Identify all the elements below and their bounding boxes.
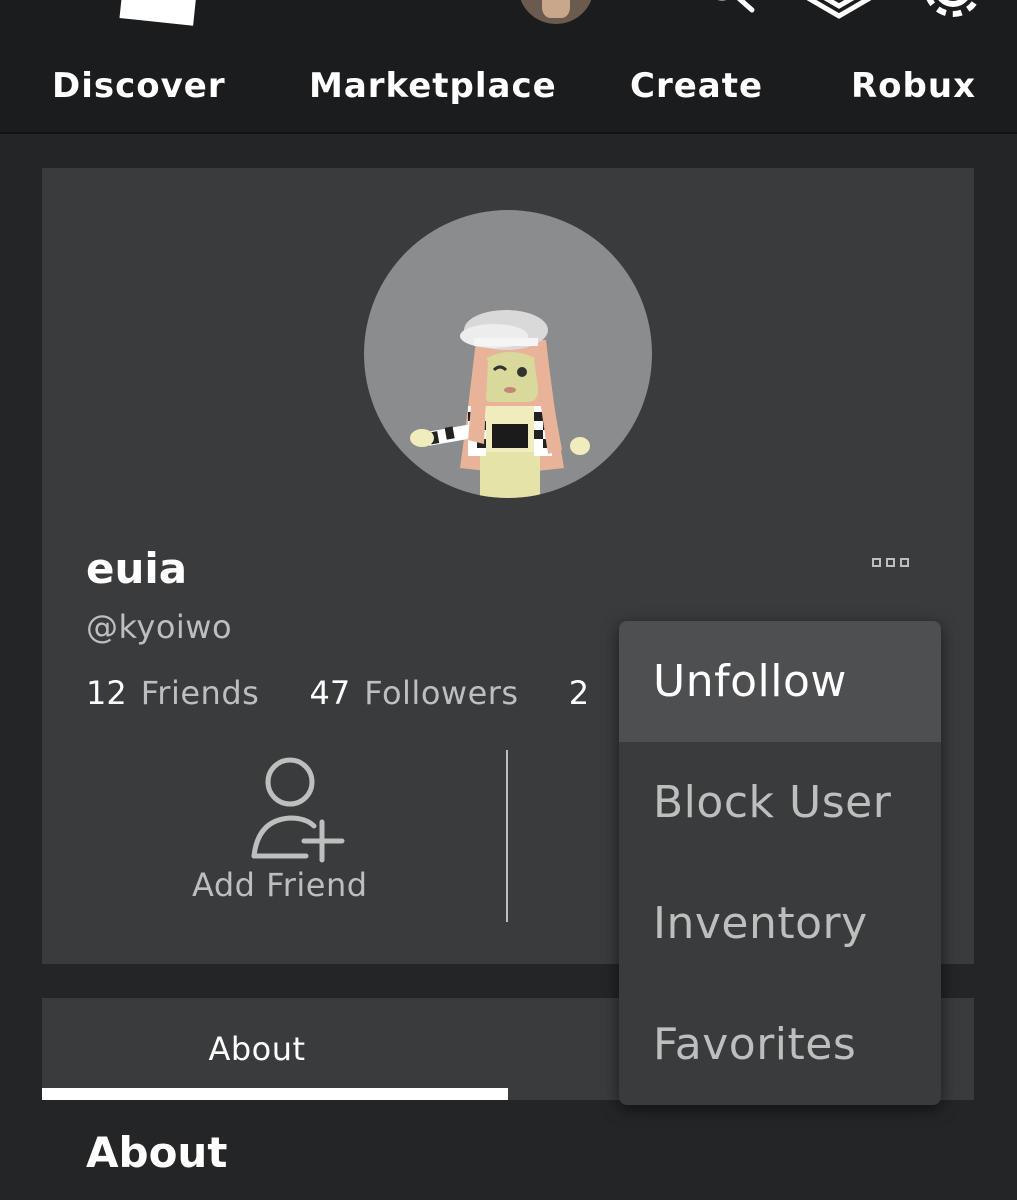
robux-icon[interactable] xyxy=(804,0,874,20)
avatar-character-icon xyxy=(410,310,590,498)
tab-about-label: About xyxy=(208,1030,306,1068)
username: @kyoiwo xyxy=(86,608,233,646)
more-options-menu: Unfollow Block User Inventory Favorites xyxy=(619,621,941,1105)
main-nav: Discover Marketplace Create Robux xyxy=(0,66,1017,116)
user-avatar-icon[interactable] xyxy=(518,0,594,24)
gear-icon[interactable] xyxy=(918,0,988,20)
more-options-button[interactable] xyxy=(872,554,924,574)
followers-count: 47 xyxy=(309,674,351,712)
add-friend-label: Add Friend xyxy=(192,866,368,904)
profile-avatar[interactable] xyxy=(364,210,652,498)
friends-stat[interactable]: 12 Friends xyxy=(86,674,259,712)
active-tab-indicator xyxy=(42,1088,508,1100)
friends-count: 12 xyxy=(86,674,127,712)
about-section-title: About xyxy=(86,1128,228,1177)
tab-about[interactable]: About xyxy=(42,998,508,1100)
avatar-face-icon xyxy=(542,0,570,18)
followers-label: Followers xyxy=(364,674,519,712)
friends-label: Friends xyxy=(140,674,260,712)
search-icon[interactable] xyxy=(700,0,760,16)
following-count: 2 xyxy=(568,674,590,712)
dot-icon xyxy=(900,558,909,567)
nav-robux[interactable]: Robux xyxy=(851,66,976,106)
add-friend-icon xyxy=(251,757,345,863)
nav-marketplace[interactable]: Marketplace xyxy=(309,66,557,106)
menu-caret xyxy=(896,602,924,622)
roblox-logo-icon[interactable] xyxy=(119,0,199,26)
action-divider xyxy=(506,750,508,922)
display-name: euia xyxy=(86,544,188,593)
dot-icon xyxy=(886,558,895,567)
menu-item-unfollow[interactable]: Unfollow xyxy=(619,621,941,742)
menu-item-inventory[interactable]: Inventory xyxy=(619,863,941,984)
nav-discover[interactable]: Discover xyxy=(52,66,226,106)
top-navigation-bar: Discover Marketplace Create Robux xyxy=(0,0,1017,134)
followers-stat[interactable]: 47 Followers xyxy=(309,674,518,712)
following-stat[interactable]: 2 xyxy=(569,674,603,712)
menu-item-block-user[interactable]: Block User xyxy=(619,742,941,863)
profile-stats: 12 Friends 47 Followers 2 xyxy=(86,674,643,712)
menu-item-favorites[interactable]: Favorites xyxy=(619,984,941,1105)
dot-icon xyxy=(872,558,881,567)
nav-create[interactable]: Create xyxy=(630,66,763,106)
